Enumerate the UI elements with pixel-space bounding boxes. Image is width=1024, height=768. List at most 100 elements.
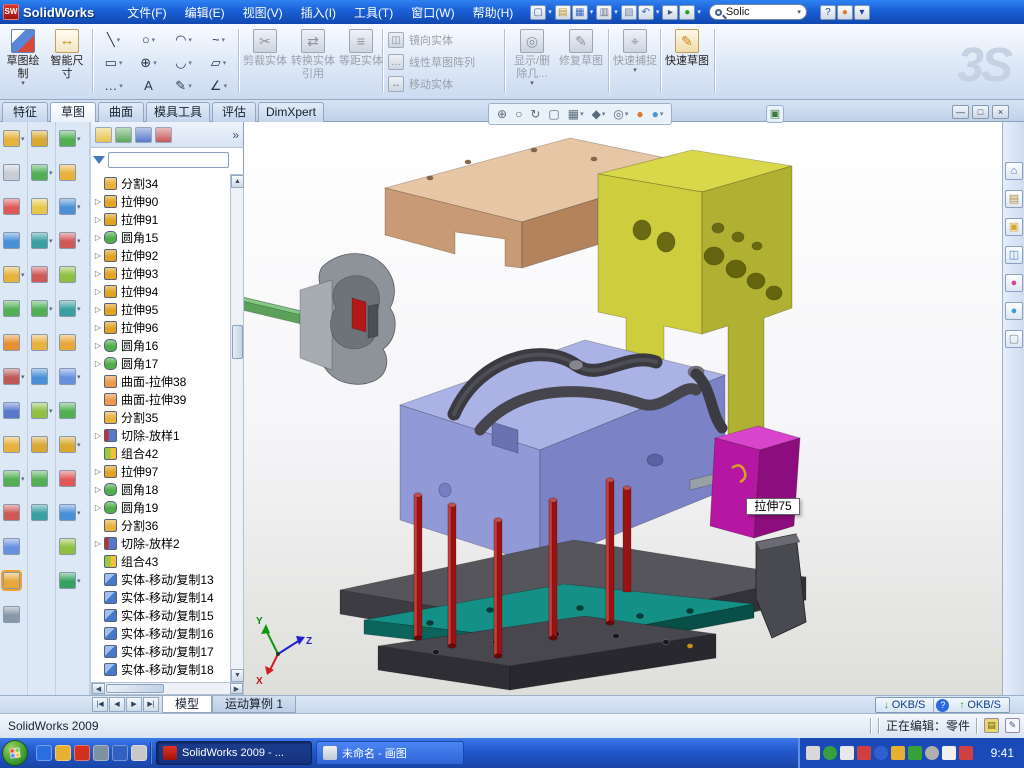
sketch-tool-4[interactable]: ▭▾ — [96, 51, 131, 74]
search-input[interactable]: Solic ▾ — [709, 4, 807, 20]
expand-arrow-icon[interactable]: ▷ — [93, 341, 103, 350]
tool-icon[interactable] — [3, 300, 20, 317]
tree-vertical-scrollbar[interactable]: ▲ ▼ — [230, 174, 244, 682]
tray-icon-0[interactable] — [806, 746, 820, 760]
tool-icon[interactable] — [31, 198, 48, 215]
dropdown-arrow-icon[interactable]: ▾ — [119, 59, 123, 67]
tray-icon-5[interactable] — [891, 746, 905, 760]
doc-nav-button-0[interactable]: |◀ — [92, 697, 108, 712]
dropdown-arrow-icon[interactable]: ▾ — [77, 135, 81, 143]
tree-item[interactable]: 实体-移动/复制14 — [91, 588, 230, 606]
tree-item[interactable]: ▷拉伸91 — [91, 210, 230, 228]
sketch-button[interactable]: 草图绘制 ▾ — [2, 27, 44, 97]
display-style-icon[interactable]: ◆▾ — [588, 107, 610, 121]
command-tab-1[interactable]: 草图 — [50, 102, 96, 122]
propertymanager-tab-icon[interactable] — [115, 127, 132, 143]
taskbar-button-solidworks[interactable]: SolidWorks 2009 - ... — [156, 741, 312, 765]
sketch-tool-8[interactable]: …▾ — [96, 74, 131, 97]
command-tab-5[interactable]: DimXpert — [258, 102, 324, 122]
scroll-thumb[interactable] — [106, 684, 164, 693]
menu-item-2[interactable]: 视图(V) — [234, 1, 292, 24]
tool-icon[interactable] — [31, 470, 48, 487]
scroll-down-icon[interactable]: ▼ — [231, 669, 244, 682]
configurationmanager-tab-icon[interactable] — [135, 127, 152, 143]
dropdown-arrow-icon[interactable]: ▾ — [119, 82, 123, 90]
minimize-button[interactable]: — — [952, 105, 969, 119]
dropdown-arrow-icon[interactable]: ▾ — [21, 271, 25, 279]
tree-item[interactable]: ▷切除-放样1 — [91, 426, 230, 444]
tool-icon[interactable]: ▾ — [59, 572, 81, 589]
save-icon[interactable]: ▦▾ — [572, 5, 596, 20]
tool-icon[interactable] — [31, 368, 48, 385]
doc-nav-button-1[interactable]: ◀ — [109, 697, 125, 712]
tree-item[interactable]: ▷圆角19 — [91, 498, 230, 516]
tool-icon[interactable]: ▾ — [59, 300, 81, 317]
quick-launch-icon-2[interactable] — [74, 745, 90, 761]
expand-arrow-icon[interactable]: ▷ — [93, 323, 103, 332]
tool-icon[interactable]: ▾ — [59, 130, 81, 147]
rebuild-icon[interactable]: ●▾ — [679, 5, 703, 20]
scene-icon[interactable]: ● — [1005, 302, 1023, 320]
ribbon-button-4[interactable]: …线性草图阵列 — [388, 54, 475, 70]
command-tab-0[interactable]: 特征 — [2, 102, 48, 122]
dropdown-arrow-icon[interactable]: ▾ — [49, 237, 53, 245]
tree-item[interactable]: 组合42 — [91, 444, 230, 462]
open-document-icon[interactable]: ▤ — [555, 5, 571, 20]
tool-icon[interactable] — [3, 436, 20, 453]
tool-icon[interactable] — [59, 538, 76, 555]
tree-item[interactable]: ▷拉伸92 — [91, 246, 230, 264]
doc-nav-button-3[interactable]: ▶| — [143, 697, 159, 712]
command-tab-2[interactable]: 曲面 — [98, 102, 144, 122]
meter-help-icon[interactable]: ? — [936, 699, 949, 712]
undo-icon[interactable]: ↶▾ — [638, 5, 662, 20]
tool-icon[interactable] — [3, 402, 20, 419]
tree-item[interactable]: 实体-移动/复制13 — [91, 570, 230, 588]
tree-item[interactable]: ▷圆角18 — [91, 480, 230, 498]
graphics-area[interactable]: Y Z X — [244, 122, 1002, 695]
expand-arrow-icon[interactable]: ▷ — [93, 215, 103, 224]
tool-icon[interactable]: ▾ — [3, 368, 25, 385]
dropdown-arrow-icon[interactable]: ▾ — [548, 8, 552, 16]
tool-icon[interactable] — [31, 266, 48, 283]
tool-icon[interactable] — [31, 130, 48, 147]
tree-item[interactable]: ▷圆角17 — [91, 354, 230, 372]
expand-arrow-icon[interactable]: ▷ — [93, 539, 103, 548]
scroll-up-icon[interactable]: ▲ — [231, 175, 244, 188]
dropdown-arrow-icon[interactable]: ▾ — [222, 36, 226, 44]
tool-icon[interactable] — [59, 402, 76, 419]
command-tab-3[interactable]: 模具工具 — [146, 102, 210, 122]
appearances-icon[interactable]: ● — [1005, 274, 1023, 292]
tree-item[interactable]: 实体-移动/复制18 — [91, 660, 230, 678]
apply-scene-icon[interactable]: ●▾ — [648, 107, 668, 121]
ribbon-button-7[interactable]: ✎修复草图 — [558, 27, 604, 97]
tree-item[interactable]: ▷切除-放样2 — [91, 534, 230, 552]
dropdown-arrow-icon[interactable]: ▾ — [77, 577, 81, 585]
menu-item-4[interactable]: 工具(T) — [345, 1, 402, 24]
tool-icon[interactable] — [59, 164, 76, 181]
start-button[interactable] — [2, 740, 28, 766]
tool-icon[interactable]: ▾ — [31, 402, 53, 419]
dropdown-arrow-icon[interactable]: ▾ — [223, 59, 227, 67]
expand-arrow-icon[interactable]: ▷ — [93, 251, 103, 260]
zoom-to-fit-icon[interactable]: ⊕ — [493, 107, 511, 121]
sketch-tool-3[interactable]: ~▾ — [201, 28, 236, 51]
tool-icon[interactable] — [3, 334, 20, 351]
tray-icon-4[interactable] — [874, 746, 888, 760]
tree-horizontal-scrollbar[interactable]: ◀ ▶ — [91, 682, 244, 695]
dropdown-arrow-icon[interactable]: ▾ — [49, 407, 53, 415]
tool-icon[interactable] — [31, 436, 48, 453]
tree-item[interactable]: ▷拉伸94 — [91, 282, 230, 300]
scroll-thumb[interactable] — [232, 325, 243, 359]
dropdown-arrow-icon[interactable]: ▾ — [152, 36, 156, 44]
zoom-area-icon[interactable]: ○ — [511, 107, 526, 121]
tool-icon[interactable] — [3, 572, 20, 589]
tool-icon[interactable]: ▾ — [3, 266, 25, 283]
tool-icon[interactable]: ▾ — [3, 130, 25, 147]
menu-item-0[interactable]: 文件(F) — [118, 1, 175, 24]
dropdown-arrow-icon[interactable]: ▾ — [21, 135, 25, 143]
dropdown-arrow-icon[interactable]: ▾ — [224, 82, 228, 90]
dropdown-arrow-icon[interactable]: ▾ — [590, 8, 594, 16]
dropdown-arrow-icon[interactable]: ▾ — [660, 110, 664, 118]
tray-icon-2[interactable] — [840, 746, 854, 760]
search-results-icon[interactable]: ◫ — [1005, 246, 1023, 264]
